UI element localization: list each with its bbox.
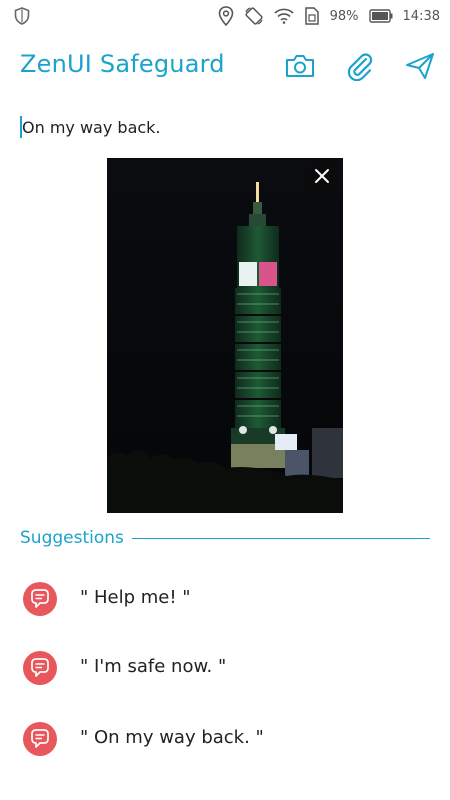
- remove-photo-button[interactable]: [306, 162, 338, 194]
- wifi-icon: [274, 8, 294, 24]
- suggestion-label: " Help me! ": [80, 587, 191, 608]
- location-icon: [218, 6, 234, 26]
- suggestions-header: Suggestions: [20, 526, 430, 550]
- suggestion-item[interactable]: " Help me! ": [0, 571, 450, 627]
- shield-icon: [14, 7, 30, 29]
- attach-icon: [345, 51, 375, 85]
- suggestion-label: " I'm safe now. ": [80, 656, 227, 677]
- attached-photo: [107, 158, 343, 513]
- send-button[interactable]: [402, 50, 438, 86]
- sim-icon: [304, 6, 320, 26]
- suggestion-label: " On my way back. ": [80, 727, 264, 748]
- rotate-icon: [244, 6, 264, 26]
- camera-button[interactable]: [282, 50, 318, 86]
- chat-bubble-icon: [23, 651, 57, 685]
- battery-percent: 98%: [329, 8, 359, 24]
- message-text: On my way back.: [22, 117, 161, 137]
- camera-icon: [285, 53, 315, 83]
- attach-button[interactable]: [342, 50, 378, 86]
- suggestion-item[interactable]: " I'm safe now. ": [0, 640, 450, 696]
- chat-bubble-icon: [23, 722, 57, 756]
- app-title: ZenUI Safeguard: [20, 50, 225, 78]
- chat-bubble-icon: [23, 582, 57, 616]
- battery-icon: [368, 9, 393, 23]
- close-icon: [314, 168, 330, 188]
- status-bar: 98% 14:38: [0, 0, 450, 32]
- suggestion-item[interactable]: " On my way back. ": [0, 711, 450, 767]
- divider: [131, 537, 430, 539]
- clock: 14:38: [402, 8, 440, 24]
- send-icon: [405, 52, 435, 84]
- app-bar: ZenUI Safeguard: [0, 40, 450, 96]
- message-field[interactable]: On my way back.: [20, 114, 430, 140]
- suggestions-title: Suggestions: [20, 528, 124, 548]
